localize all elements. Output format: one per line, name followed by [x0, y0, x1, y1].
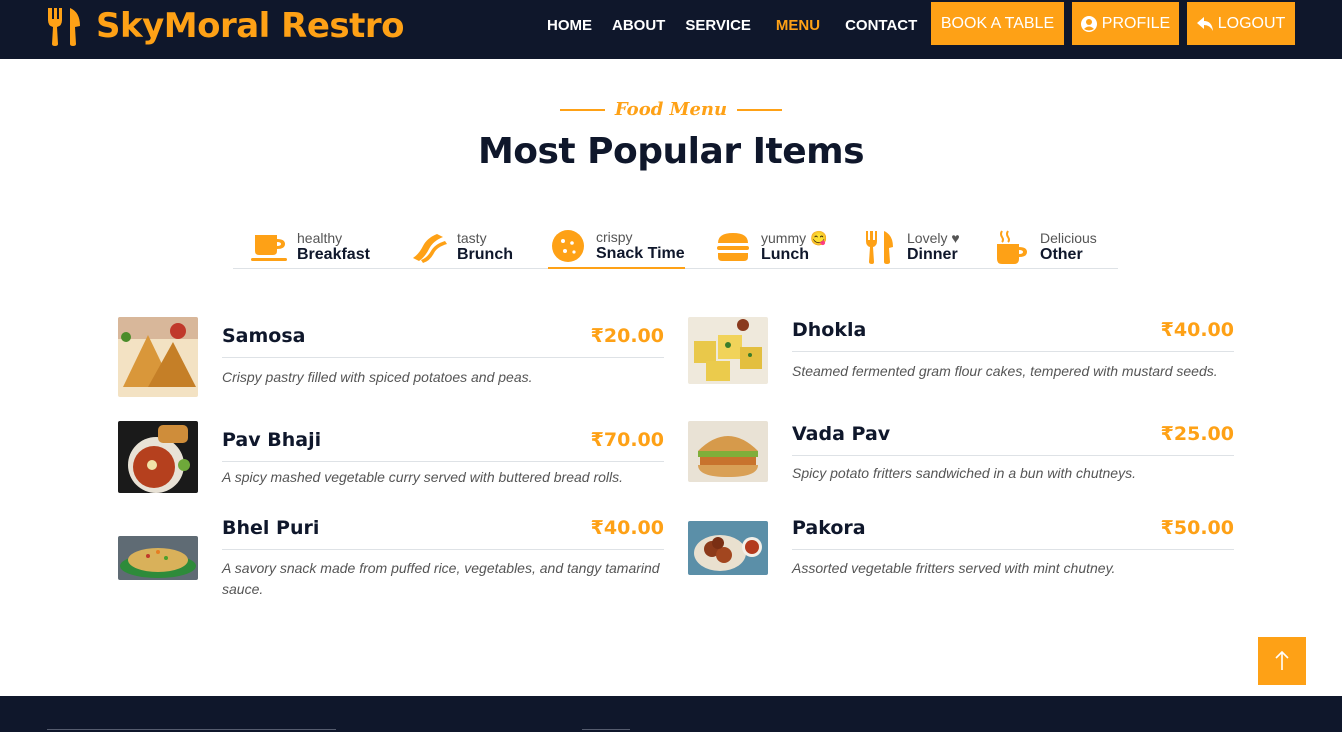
utensils-icon [859, 230, 899, 264]
item-name: Bhel Puri [222, 517, 320, 539]
pakora-image [688, 521, 768, 575]
page-title: Most Popular Items [477, 131, 865, 172]
mug-hot-icon [992, 230, 1032, 264]
item-price: ₹40.00 [1160, 319, 1234, 341]
cookie-icon [548, 229, 588, 263]
book-table-label: BOOK A TABLE [940, 14, 1055, 32]
tab-dinner-sub: Lovely ♥ [907, 229, 960, 246]
tab-breakfast[interactable]: healthy Breakfast [249, 225, 370, 269]
item-name: Pakora [792, 517, 866, 539]
tab-lunch[interactable]: yummy 😋 Lunch [713, 225, 827, 269]
item-description: A savory snack made from puffed rice, ve… [222, 560, 660, 597]
tab-snack-time-label: Snack Time [596, 244, 685, 262]
nav-service[interactable]: SERVICE [685, 17, 751, 34]
utensils-icon [48, 8, 80, 46]
section-tag: Food Menu [0, 99, 1342, 120]
item-price: ₹20.00 [590, 325, 664, 347]
coffee-cup-icon [249, 230, 289, 264]
bhel-puri-image [118, 536, 198, 580]
nav-menu[interactable]: MENU [776, 17, 820, 34]
footer-divider [582, 729, 630, 730]
tab-lunch-sub: yummy 😋 [761, 229, 828, 246]
reply-arrow-icon [1196, 16, 1213, 31]
item-description: Steamed fermented gram flour cakes, temp… [792, 363, 1218, 379]
logout-button[interactable]: LOGOUT [1187, 2, 1295, 45]
tab-snack-time-sub: crispy [596, 228, 633, 245]
back-to-top-button[interactable] [1258, 637, 1306, 685]
footer-divider [47, 729, 336, 730]
footer [0, 696, 1342, 732]
nav-links: HOME ABOUT SERVICE MENU CONTACT [547, 17, 917, 34]
item-price: ₹70.00 [590, 429, 664, 451]
item-price: ₹25.00 [1160, 423, 1234, 445]
item-price: ₹40.00 [590, 517, 664, 539]
tab-breakfast-label: Breakfast [297, 245, 370, 263]
menu-item-dhokla: Dhokla ₹40.00 Steamed fermented gram flo… [688, 317, 1234, 397]
item-price: ₹50.00 [1160, 517, 1234, 539]
tag-divider-right [737, 108, 783, 111]
item-description: A spicy mashed vegetable curry served wi… [222, 469, 624, 485]
item-description: Crispy pastry filled with spiced potatoe… [222, 369, 533, 385]
menu-item-vada-pav: Vada Pav ₹25.00 Spicy potato fritters sa… [688, 421, 1234, 501]
navbar: SkyMoral Restro HOME ABOUT SERVICE MENU … [0, 0, 1342, 59]
nav-about[interactable]: ABOUT [612, 17, 665, 34]
tag-divider-left [559, 108, 605, 111]
brand-name: SkyMoral Restro [96, 6, 405, 46]
item-name: Pav Bhaji [222, 429, 322, 451]
pav-bhaji-image [118, 421, 198, 493]
item-description: Assorted vegetable fritters served with … [792, 560, 1116, 576]
item-name: Vada Pav [792, 423, 891, 445]
nav-home[interactable]: HOME [547, 17, 592, 34]
item-description: Spicy potato fritters sandwiched in a bu… [792, 465, 1136, 481]
menu-item-bhel-puri: Bhel Puri ₹40.00 A savory snack made fro… [118, 517, 664, 607]
tab-lunch-label: Lunch [761, 245, 809, 263]
item-name: Samosa [222, 325, 306, 347]
tab-dinner[interactable]: Lovely ♥ Dinner [859, 225, 960, 269]
tab-other[interactable]: Delicious Other [992, 225, 1097, 269]
tab-brunch-label: Brunch [457, 245, 513, 263]
menu-item-pakora: Pakora ₹50.00 Assorted vegetable fritter… [688, 517, 1234, 597]
samosa-image [118, 317, 198, 397]
tab-dinner-label: Dinner [907, 245, 958, 263]
tab-other-sub: Delicious [1040, 229, 1097, 246]
nav-contact[interactable]: CONTACT [845, 17, 917, 34]
tab-other-label: Other [1040, 245, 1083, 263]
tab-breakfast-sub: healthy [297, 229, 343, 246]
menu-tabs: healthy Breakfast tasty Brunch crispy Sn… [233, 225, 1118, 269]
brand-logo[interactable]: SkyMoral Restro [46, 4, 405, 48]
book-table-button[interactable]: BOOK A TABLE [931, 2, 1064, 45]
tab-snack-time[interactable]: crispy Snack Time [548, 225, 685, 269]
item-name: Dhokla [792, 319, 867, 341]
logout-label: LOGOUT [1217, 14, 1286, 32]
section-tag-text: Food Menu [614, 99, 728, 120]
profile-button[interactable]: PROFILE [1072, 2, 1179, 45]
profile-label: PROFILE [1101, 14, 1171, 32]
tab-brunch-sub: tasty [457, 229, 487, 246]
arrow-up-icon [1275, 651, 1289, 670]
menu-item-pav-bhaji: Pav Bhaji ₹70.00 A spicy mashed vegetabl… [118, 421, 664, 501]
vada-pav-image [688, 421, 768, 482]
bacon-icon [409, 230, 449, 264]
tab-brunch[interactable]: tasty Brunch [409, 225, 513, 269]
burger-icon [713, 230, 753, 264]
menu-item-samosa: Samosa ₹20.00 Crispy pastry filled with … [118, 317, 664, 407]
dhokla-image [688, 317, 768, 384]
user-circle-icon [1080, 15, 1097, 32]
